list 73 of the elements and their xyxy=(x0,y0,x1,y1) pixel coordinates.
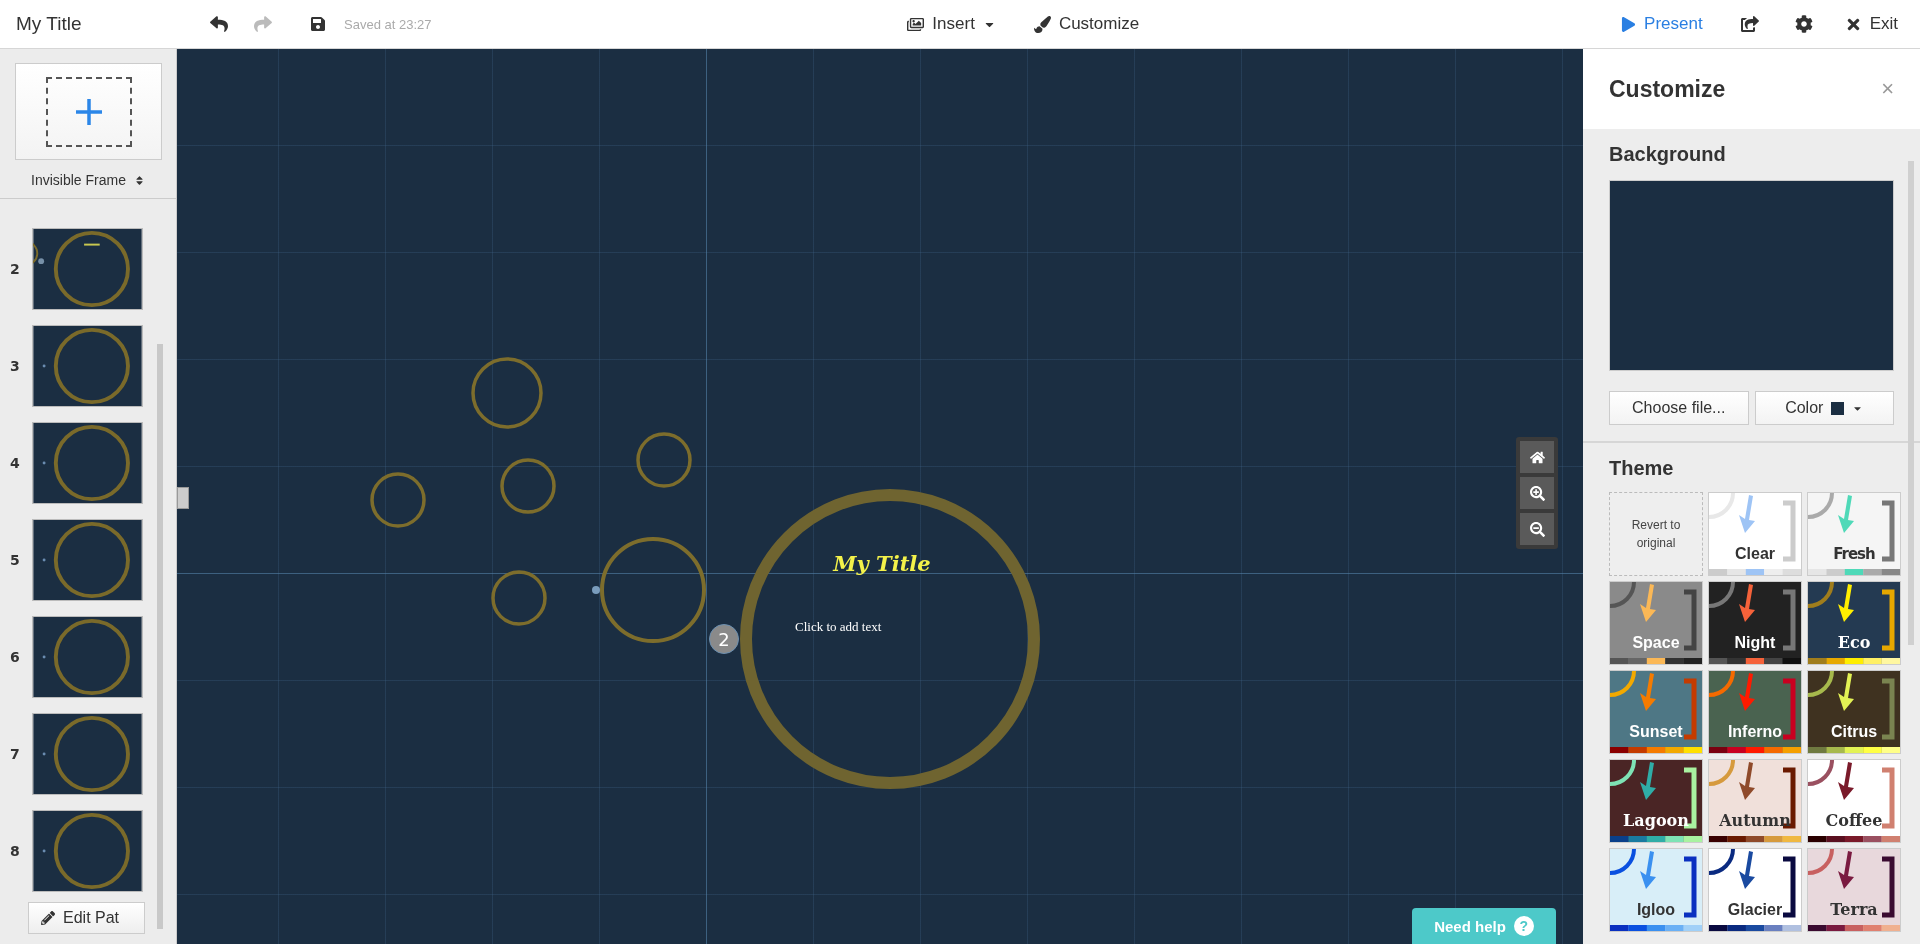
frame-thumbnail[interactable] xyxy=(32,422,143,504)
sort-icon xyxy=(133,174,145,186)
color-swatch-icon xyxy=(1831,401,1845,415)
play-icon xyxy=(1621,16,1637,32)
brush-icon xyxy=(1033,15,1051,33)
theme-tile[interactable]: Inferno xyxy=(1708,670,1802,754)
step-number: 6 xyxy=(10,649,21,665)
circle-frame[interactable] xyxy=(491,570,547,626)
home-icon xyxy=(1529,449,1545,465)
add-frame-button[interactable] xyxy=(15,63,162,160)
theme-tile[interactable]: Night xyxy=(1708,581,1802,665)
theme-tile[interactable]: Eco xyxy=(1807,581,1901,665)
zoom-in-button[interactable] xyxy=(1520,477,1554,509)
pencil-icon xyxy=(41,911,55,925)
step-number: 5 xyxy=(10,552,21,568)
settings-icon xyxy=(1794,15,1813,33)
frame-thumbnail[interactable] xyxy=(32,519,143,601)
undo-icon xyxy=(210,15,228,33)
frame-thumbnail[interactable] xyxy=(32,228,143,310)
help-icon: ? xyxy=(1513,916,1534,936)
edit-path-button[interactable]: Edit Pat xyxy=(28,902,145,934)
save-icon xyxy=(310,16,326,32)
step-number: 8 xyxy=(10,843,21,859)
step-number: 2 xyxy=(10,261,21,277)
slide-title[interactable]: My Title xyxy=(833,551,931,576)
theme-tile[interactable]: Lagoon xyxy=(1609,759,1703,843)
scrollbar[interactable] xyxy=(157,344,163,929)
step-number: 4 xyxy=(10,455,21,471)
presentation-title[interactable]: My Title xyxy=(16,13,206,35)
zoom-out-icon xyxy=(1529,521,1545,537)
panel-title: Customize xyxy=(1609,75,1726,103)
theme-tile[interactable]: Igloo xyxy=(1609,848,1703,932)
share-icon xyxy=(1740,15,1759,33)
customize-button[interactable]: Customize xyxy=(1027,10,1146,38)
frame-thumbnail[interactable] xyxy=(32,325,143,407)
images-icon xyxy=(907,15,925,33)
circle-frame[interactable] xyxy=(600,537,706,643)
zoom-in-icon xyxy=(1529,485,1545,501)
scrollbar[interactable] xyxy=(1908,161,1914,645)
circle-frame[interactable] xyxy=(500,458,556,514)
theme-tile[interactable]: Fresh xyxy=(1807,492,1901,576)
theme-tile[interactable]: Terra xyxy=(1807,848,1901,932)
theme-tile[interactable]: Glacier xyxy=(1708,848,1802,932)
theme-tile[interactable]: Sunset xyxy=(1609,670,1703,754)
theme-tile[interactable]: Citrus xyxy=(1807,670,1901,754)
frame-type-select[interactable]: Invisible Frame xyxy=(27,168,149,192)
revert-theme-button[interactable]: Revert to original xyxy=(1609,492,1703,576)
circle-frame[interactable] xyxy=(370,472,426,528)
insert-menu[interactable]: Insert xyxy=(901,10,1002,38)
theme-tile[interactable]: Clear xyxy=(1708,492,1802,576)
text-placeholder[interactable]: Click to add text xyxy=(795,619,882,635)
plus-icon xyxy=(74,97,103,126)
step-number: 7 xyxy=(10,746,21,762)
frame-thumbnail[interactable] xyxy=(32,616,143,698)
section-title: Background xyxy=(1609,143,1727,166)
sidebar-handle[interactable] xyxy=(177,487,189,509)
choose-file-button[interactable]: Choose file... xyxy=(1609,391,1749,425)
circle-frame[interactable] xyxy=(471,357,543,429)
color-picker-button[interactable]: Color xyxy=(1754,391,1894,425)
exit-button[interactable]: Exit xyxy=(1838,10,1904,38)
home-button[interactable] xyxy=(1520,441,1554,473)
redo-icon xyxy=(254,15,272,33)
frame-thumbnail[interactable] xyxy=(32,713,143,795)
path-point-icon[interactable] xyxy=(592,586,600,594)
circle-frame[interactable] xyxy=(636,432,692,488)
save-status: Saved at 23:27 xyxy=(344,16,432,32)
zoom-out-button[interactable] xyxy=(1520,513,1554,545)
step-number: 3 xyxy=(10,358,21,374)
section-title: Theme xyxy=(1609,457,1675,480)
present-button[interactable]: Present xyxy=(1615,10,1709,38)
presentation-canvas[interactable]: My Title Click to add text 2 Need help ? xyxy=(177,49,1583,944)
theme-tile[interactable]: Coffee xyxy=(1807,759,1901,843)
frame-thumbnail[interactable] xyxy=(32,810,143,892)
